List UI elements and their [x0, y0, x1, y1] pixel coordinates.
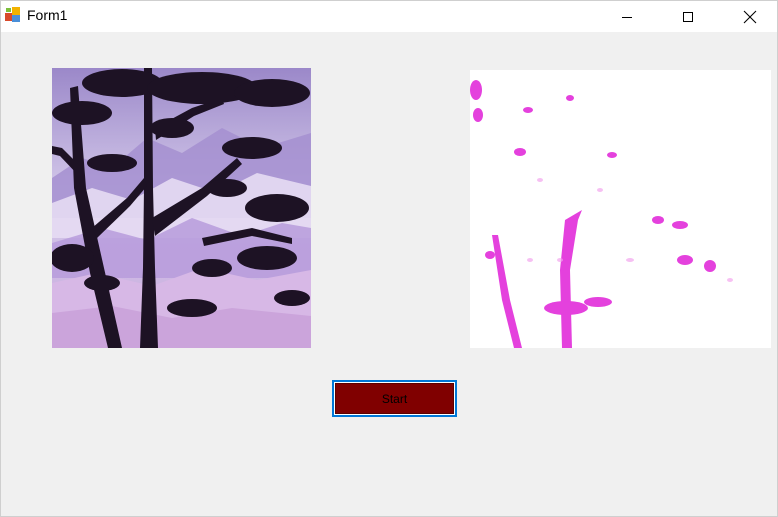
magenta-filtered-tree — [470, 70, 771, 348]
processed-picture-box — [470, 70, 771, 348]
maximize-icon — [682, 11, 694, 23]
close-icon — [743, 10, 757, 24]
form-window: Form1 Start — [0, 0, 778, 517]
minimize-icon — [621, 11, 633, 23]
start-button[interactable]: Start — [332, 380, 457, 417]
winforms-app-icon — [4, 6, 21, 23]
minimize-button[interactable] — [604, 1, 650, 32]
start-button-face[interactable]: Start — [335, 383, 454, 414]
title-bar[interactable]: Form1 — [1, 1, 777, 32]
tree-silhouette-purple-mountains — [52, 68, 311, 348]
start-button-label: Start — [381, 391, 408, 406]
close-button[interactable] — [727, 1, 773, 32]
window-title: Form1 — [27, 7, 68, 23]
maximize-button[interactable] — [665, 1, 711, 32]
original-picture-box — [52, 68, 311, 348]
